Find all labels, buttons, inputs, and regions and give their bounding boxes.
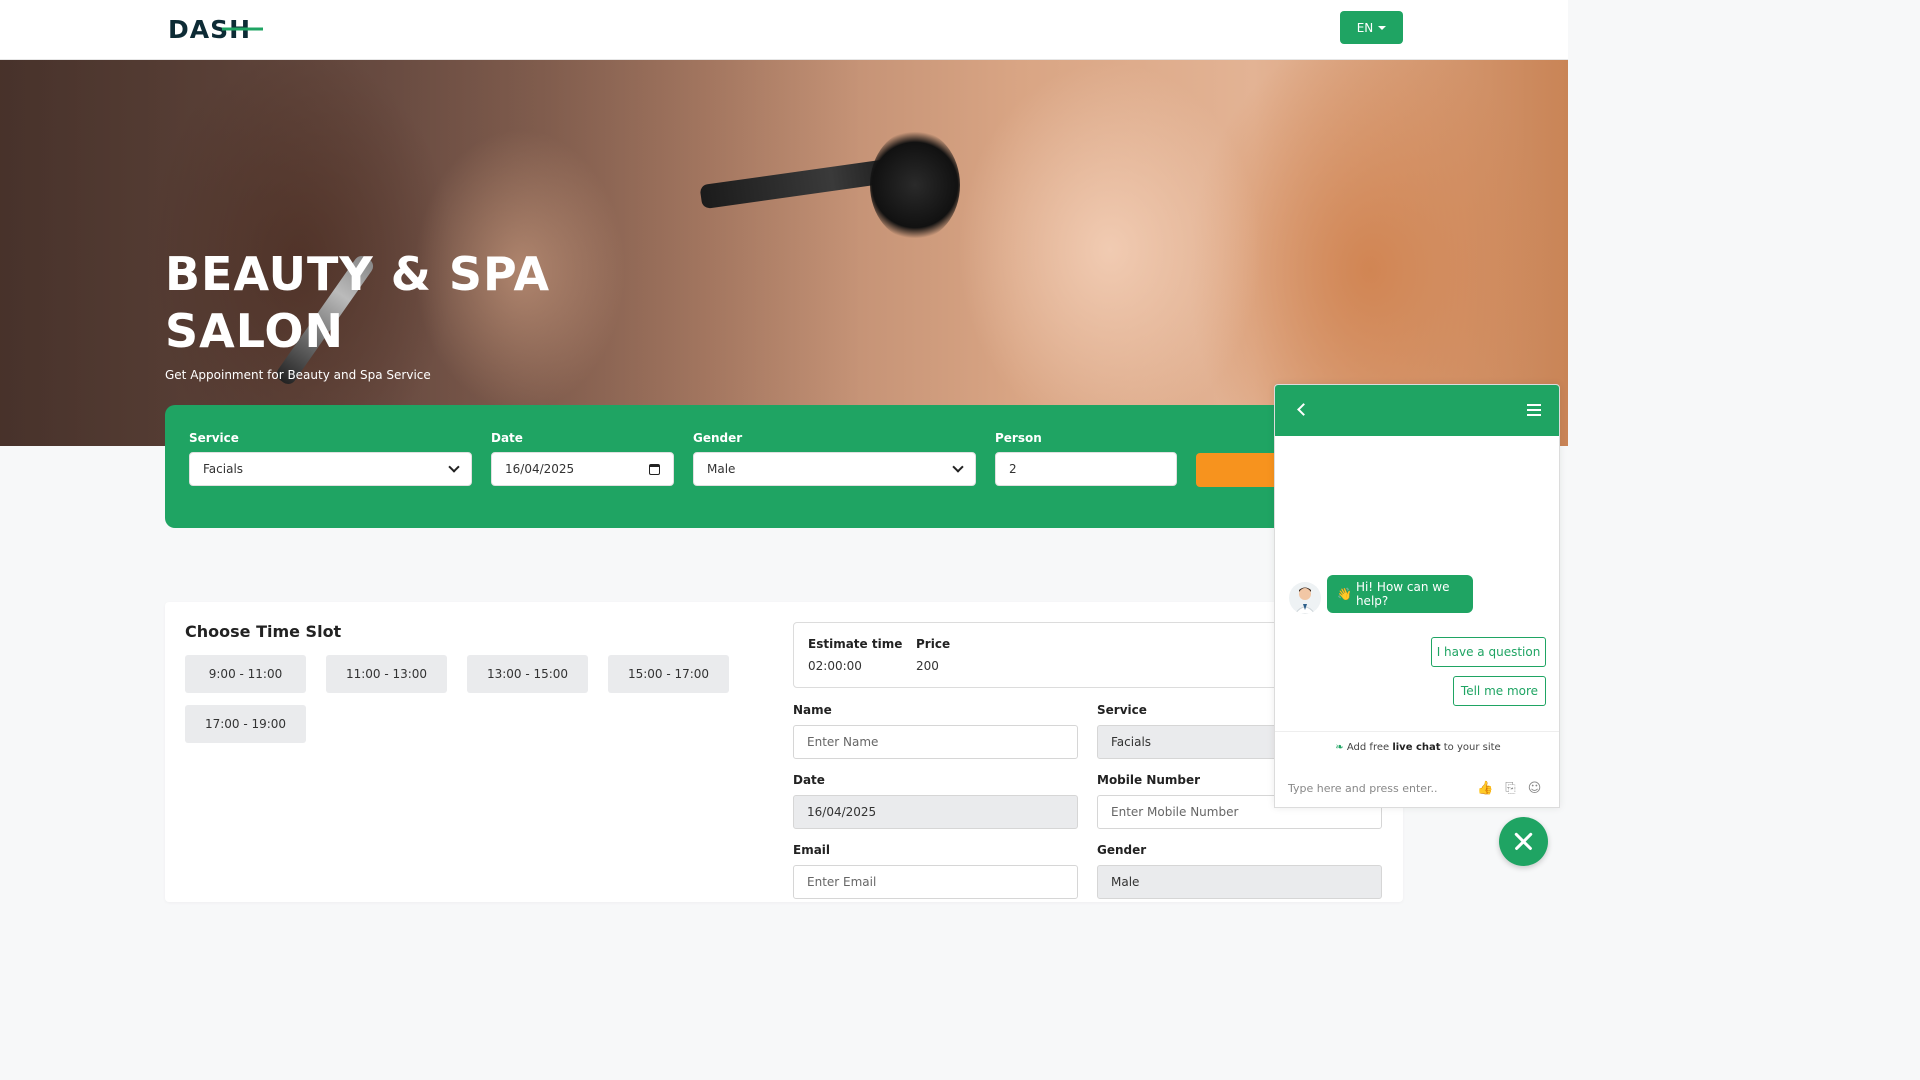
name-label: Name bbox=[793, 703, 832, 717]
gender-label: Gender bbox=[693, 431, 743, 445]
email-input[interactable]: Enter Email bbox=[793, 865, 1078, 899]
service-select[interactable]: Facials bbox=[189, 452, 472, 486]
dash-logo[interactable]: DASH bbox=[168, 14, 264, 44]
agent-avatar bbox=[1289, 582, 1321, 614]
date-label: Date bbox=[491, 431, 523, 445]
person-label: Person bbox=[995, 431, 1042, 445]
gender-field: Gender Male bbox=[693, 431, 976, 486]
waving-hand-icon: 👋 bbox=[1337, 587, 1352, 601]
estimate-time: Estimate time 02:00:00 bbox=[808, 637, 903, 673]
calendar-icon[interactable] bbox=[649, 463, 660, 475]
time-slot-title: Choose Time Slot bbox=[185, 622, 342, 641]
makeup-brush-head-image bbox=[870, 130, 960, 240]
service-field: Service Facials bbox=[189, 431, 472, 486]
date-input[interactable]: 16/04/2025 bbox=[491, 452, 674, 486]
time-slot-button[interactable]: 9:00 - 11:00 bbox=[185, 655, 306, 693]
caret-down-icon bbox=[1378, 25, 1387, 30]
top-navbar: DASH EN bbox=[0, 0, 1568, 60]
emoji-icon[interactable]: ☺ bbox=[1527, 781, 1542, 796]
gender-select[interactable]: Male bbox=[693, 452, 976, 486]
thumbs-up-icon[interactable]: 👍 bbox=[1477, 781, 1493, 796]
quick-reply-tell-more[interactable]: Tell me more bbox=[1453, 676, 1546, 706]
date-field: Date 16/04/2025 bbox=[491, 431, 674, 486]
time-slot-button[interactable]: 11:00 - 13:00 bbox=[326, 655, 447, 693]
gender-label: Gender bbox=[1097, 843, 1147, 857]
appointment-card: Choose Time Slot 9:00 - 11:00 11:00 - 13… bbox=[165, 602, 1403, 902]
name-input[interactable]: Enter Name bbox=[793, 725, 1078, 759]
language-label: EN bbox=[1356, 20, 1374, 35]
person-input[interactable]: 2 bbox=[995, 452, 1177, 486]
date-label: Date bbox=[793, 773, 825, 787]
estimate-price: Price 200 bbox=[916, 637, 951, 673]
quick-reply-question[interactable]: I have a question bbox=[1431, 637, 1546, 667]
person-field: Person 2 bbox=[995, 431, 1177, 486]
chat-message-input[interactable]: Type here and press enter.. bbox=[1288, 782, 1438, 795]
hero-subtitle: Get Appoinment for Beauty and Spa Servic… bbox=[165, 368, 431, 382]
paperclip-icon[interactable]: ⎘ bbox=[1503, 781, 1518, 796]
gender-readonly-field: Male bbox=[1097, 865, 1382, 899]
time-slot-button[interactable]: 15:00 - 17:00 bbox=[608, 655, 729, 693]
live-chat-promo-link[interactable]: ❧ Add free live chat to your site bbox=[1275, 742, 1559, 753]
close-chat-button[interactable] bbox=[1499, 817, 1548, 866]
hero-title: BEAUTY & SPA SALON bbox=[165, 247, 551, 358]
mobile-label: Mobile Number bbox=[1097, 773, 1201, 787]
booking-search-bar: Service Facials Date 16/04/2025 Gender M… bbox=[165, 405, 1405, 528]
time-slot-button[interactable]: 13:00 - 15:00 bbox=[467, 655, 588, 693]
chevron-down-icon bbox=[952, 461, 964, 473]
language-dropdown[interactable]: EN bbox=[1340, 11, 1403, 44]
service-label: Service bbox=[189, 431, 239, 445]
chevron-down-icon bbox=[448, 461, 460, 473]
leaf-icon: ❧ bbox=[1335, 742, 1344, 753]
back-arrow-icon[interactable] bbox=[1297, 403, 1310, 416]
live-chat-widget: 👋 Hi! How can we help? I have a question… bbox=[1274, 384, 1560, 808]
hamburger-menu-icon[interactable] bbox=[1527, 404, 1541, 419]
time-slot-button[interactable]: 17:00 - 19:00 bbox=[185, 705, 306, 743]
greeting-message: 👋 Hi! How can we help? bbox=[1327, 575, 1473, 613]
chat-header bbox=[1275, 385, 1559, 436]
date-readonly-field: 16/04/2025 bbox=[793, 795, 1078, 829]
email-label: Email bbox=[793, 843, 831, 857]
service-label: Service bbox=[1097, 703, 1147, 717]
